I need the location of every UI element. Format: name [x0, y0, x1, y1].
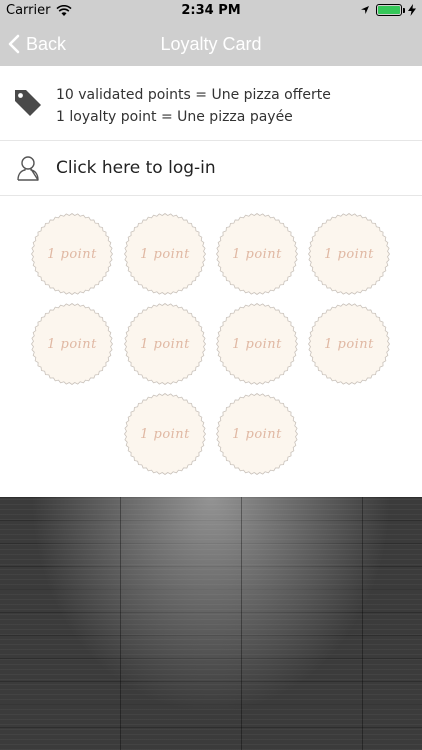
battery-icon: [376, 4, 405, 16]
points-info-row: 10 validated points = Une pizza offerte …: [0, 66, 422, 141]
loyalty-stamps-grid: 1 point 1 point 1 point 1 point 1 point …: [0, 196, 422, 496]
location-arrow-icon: [361, 6, 369, 14]
wood-grain: [0, 497, 422, 750]
status-right: [360, 4, 416, 16]
stamp-label: 1 point: [324, 336, 374, 352]
stamp-slot: 1 point: [123, 212, 207, 296]
stamp-label: 1 point: [232, 426, 282, 442]
stamp-label: 1 point: [232, 246, 282, 262]
stamp-slot: 1 point: [307, 302, 391, 386]
stamp-label: 1 point: [232, 336, 282, 352]
stamp-slot: 1 point: [123, 302, 207, 386]
tag-icon: [15, 90, 41, 116]
stamp-slot: 1 point: [30, 302, 114, 386]
login-label: Click here to log-in: [56, 158, 216, 178]
info-line-2: 1 loyalty point = Une pizza payée: [56, 109, 293, 125]
wood-background: [0, 497, 422, 750]
login-row[interactable]: Click here to log-in: [0, 141, 422, 196]
stamp-slot: 1 point: [30, 212, 114, 296]
stamp-slot: 1 point: [215, 212, 299, 296]
stamp-label: 1 point: [324, 246, 374, 262]
stamp-label: 1 point: [140, 426, 190, 442]
stamp-slot: 1 point: [215, 392, 299, 476]
status-bar: Carrier 2:34 PM: [0, 0, 422, 22]
stamp-label: 1 point: [47, 336, 97, 352]
points-info-text: 10 validated points = Une pizza offerte …: [56, 84, 331, 128]
stamp-slot: 1 point: [307, 212, 391, 296]
info-line-1: 10 validated points = Une pizza offerte: [56, 87, 331, 103]
user-icon: [17, 156, 39, 181]
stamp-label: 1 point: [140, 336, 190, 352]
stamp-label: 1 point: [47, 246, 97, 262]
page-title: Loyalty Card: [160, 34, 262, 54]
stamp-slot: 1 point: [123, 392, 207, 476]
charging-bolt-icon: [408, 4, 416, 16]
navigation-bar: Back Loyalty Card: [0, 22, 422, 66]
stamp-label: 1 point: [140, 246, 190, 262]
stamp-slot: 1 point: [215, 302, 299, 386]
status-time: 2:34 PM: [181, 3, 241, 18]
